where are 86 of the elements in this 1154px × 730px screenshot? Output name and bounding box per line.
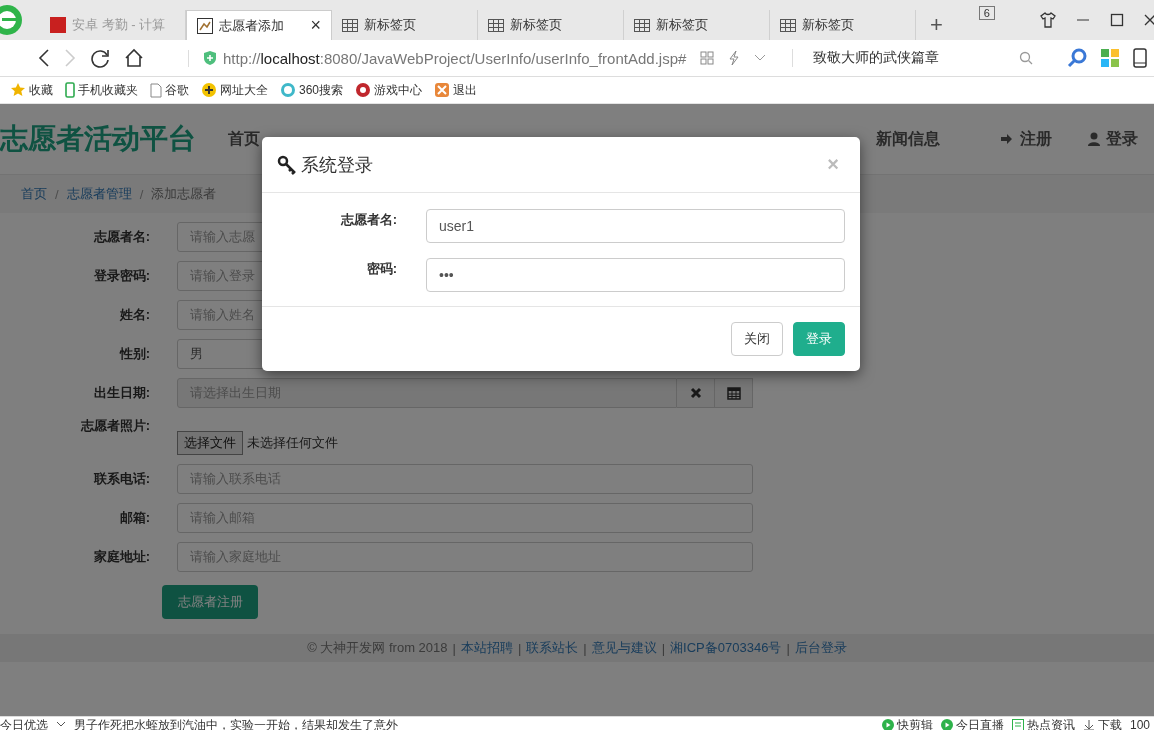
text-field[interactable]: user1: [426, 209, 845, 243]
bookmark-link[interactable]: 游戏中心: [355, 81, 423, 99]
bookmark-link[interactable]: 360搜索: [280, 81, 344, 99]
close-icon[interactable]: [1144, 13, 1154, 27]
bookmark-link[interactable]: 手机收藏夹: [65, 81, 138, 99]
footer-separator: |: [517, 640, 522, 656]
shirt-icon[interactable]: [1040, 12, 1056, 28]
home-icon[interactable]: [124, 48, 144, 68]
star-icon: [10, 82, 26, 98]
phone-icon: [65, 82, 75, 98]
bookmark-link[interactable]: 收藏: [10, 81, 53, 99]
search-icon: [1019, 51, 1034, 65]
field-label: 密码:: [365, 260, 397, 278]
footer-separator: |: [786, 640, 790, 656]
tab-count[interactable]: 6: [978, 6, 995, 20]
breadcrumb-current: 添加志愿者: [151, 185, 217, 203]
user-icon: [1088, 132, 1100, 146]
status-item[interactable]: 热点资讯: [1011, 716, 1075, 730]
page-icon: [150, 82, 162, 98]
qr-icon[interactable]: [700, 51, 715, 65]
footer-separator: |: [583, 640, 587, 656]
status-item[interactable]: 快剪辑: [881, 716, 933, 730]
sign-in-icon: [1000, 132, 1014, 146]
browser-logo-icon: [0, 3, 22, 37]
grid-icon: [780, 18, 796, 32]
shield-icon: [203, 50, 217, 66]
search-field[interactable]: 致敬大师的武侠篇章: [792, 49, 1034, 67]
new-tab-button[interactable]: +: [916, 10, 957, 40]
reload-icon[interactable]: [90, 48, 110, 68]
breadcrumb-separator: /: [55, 186, 59, 202]
field-label: 家庭地址:: [92, 548, 150, 566]
breadcrumb-separator: /: [139, 186, 144, 202]
footer-separator: |: [452, 640, 456, 656]
page-thumbnail-icon: [197, 17, 213, 34]
tablet-icon[interactable]: [1133, 48, 1148, 68]
login-link[interactable]: 登录: [1088, 128, 1138, 150]
dialog-title: 系统登录: [301, 153, 373, 177]
status-item[interactable]: 今日直播: [940, 716, 1004, 730]
news-headline[interactable]: 男子作死把水蛭放到汽油中，实验一开始，结果却发生了意外: [74, 716, 398, 730]
zoom-level[interactable]: 100: [1129, 718, 1150, 730]
grid-icon: [342, 18, 358, 32]
bookmark-link[interactable]: 网址大全: [201, 81, 268, 99]
choose-file-button[interactable]: 选择文件: [177, 431, 243, 455]
status-label[interactable]: 今日优选: [0, 716, 48, 730]
maximize-icon[interactable]: [1110, 13, 1124, 27]
bookmark-link[interactable]: 谷歌: [150, 81, 189, 99]
game-icon: [355, 82, 372, 98]
field-label: 志愿者名:: [92, 228, 150, 246]
clear-button[interactable]: [677, 378, 715, 408]
lightning-icon[interactable]: [728, 50, 741, 66]
download-icon: [1082, 719, 1095, 730]
field-label: 志愿者照片:: [79, 417, 150, 435]
ring-icon: [280, 82, 296, 98]
nav-link[interactable]: 新闻信息: [876, 128, 940, 150]
apps-icon[interactable]: [1101, 49, 1120, 67]
calendar-icon: [726, 386, 741, 400]
key-icon: [277, 154, 297, 175]
text-field[interactable]: •••: [426, 258, 845, 292]
plus-circle-icon: [201, 82, 217, 98]
file-status: 未选择任何文件: [247, 434, 338, 452]
register-link[interactable]: 注册: [1000, 128, 1052, 150]
address-bar[interactable]: http://localhost:8080/JavaWebProject/UserInfo/userInfo_frontAdd.jsp#: [188, 49, 687, 67]
field-label: 邮箱:: [118, 509, 150, 527]
magnifier-icon[interactable]: [1067, 48, 1088, 68]
field-label: 志愿者名:: [339, 211, 397, 229]
nav-link[interactable]: 首页: [228, 128, 260, 150]
news-icon: [1011, 719, 1024, 730]
calendar-button[interactable]: [715, 378, 753, 408]
field-label: 联系电话:: [92, 470, 150, 488]
footer-separator: |: [661, 640, 666, 656]
status-item[interactable]: 下载: [1082, 716, 1122, 730]
grid-icon: [488, 18, 504, 32]
cancel-button[interactable]: 关闭: [731, 322, 783, 356]
field-label: 登录密码:: [92, 267, 150, 285]
copyright-text: © 大神开发网 from 2018: [307, 639, 448, 657]
field-label: 性别:: [118, 345, 150, 363]
field-label: 出生日期:: [92, 384, 150, 402]
clear-icon: [689, 387, 702, 399]
bookmark-link[interactable]: 退出: [434, 81, 478, 99]
chevron-down-icon[interactable]: [56, 721, 66, 729]
back-icon[interactable]: [38, 49, 50, 67]
browser-tab[interactable]: 志愿者添加 ×: [186, 10, 332, 40]
field-label: 姓名:: [118, 306, 150, 324]
grid-icon: [634, 18, 650, 32]
exit-icon: [434, 82, 451, 98]
favicon-icon: [50, 17, 66, 33]
